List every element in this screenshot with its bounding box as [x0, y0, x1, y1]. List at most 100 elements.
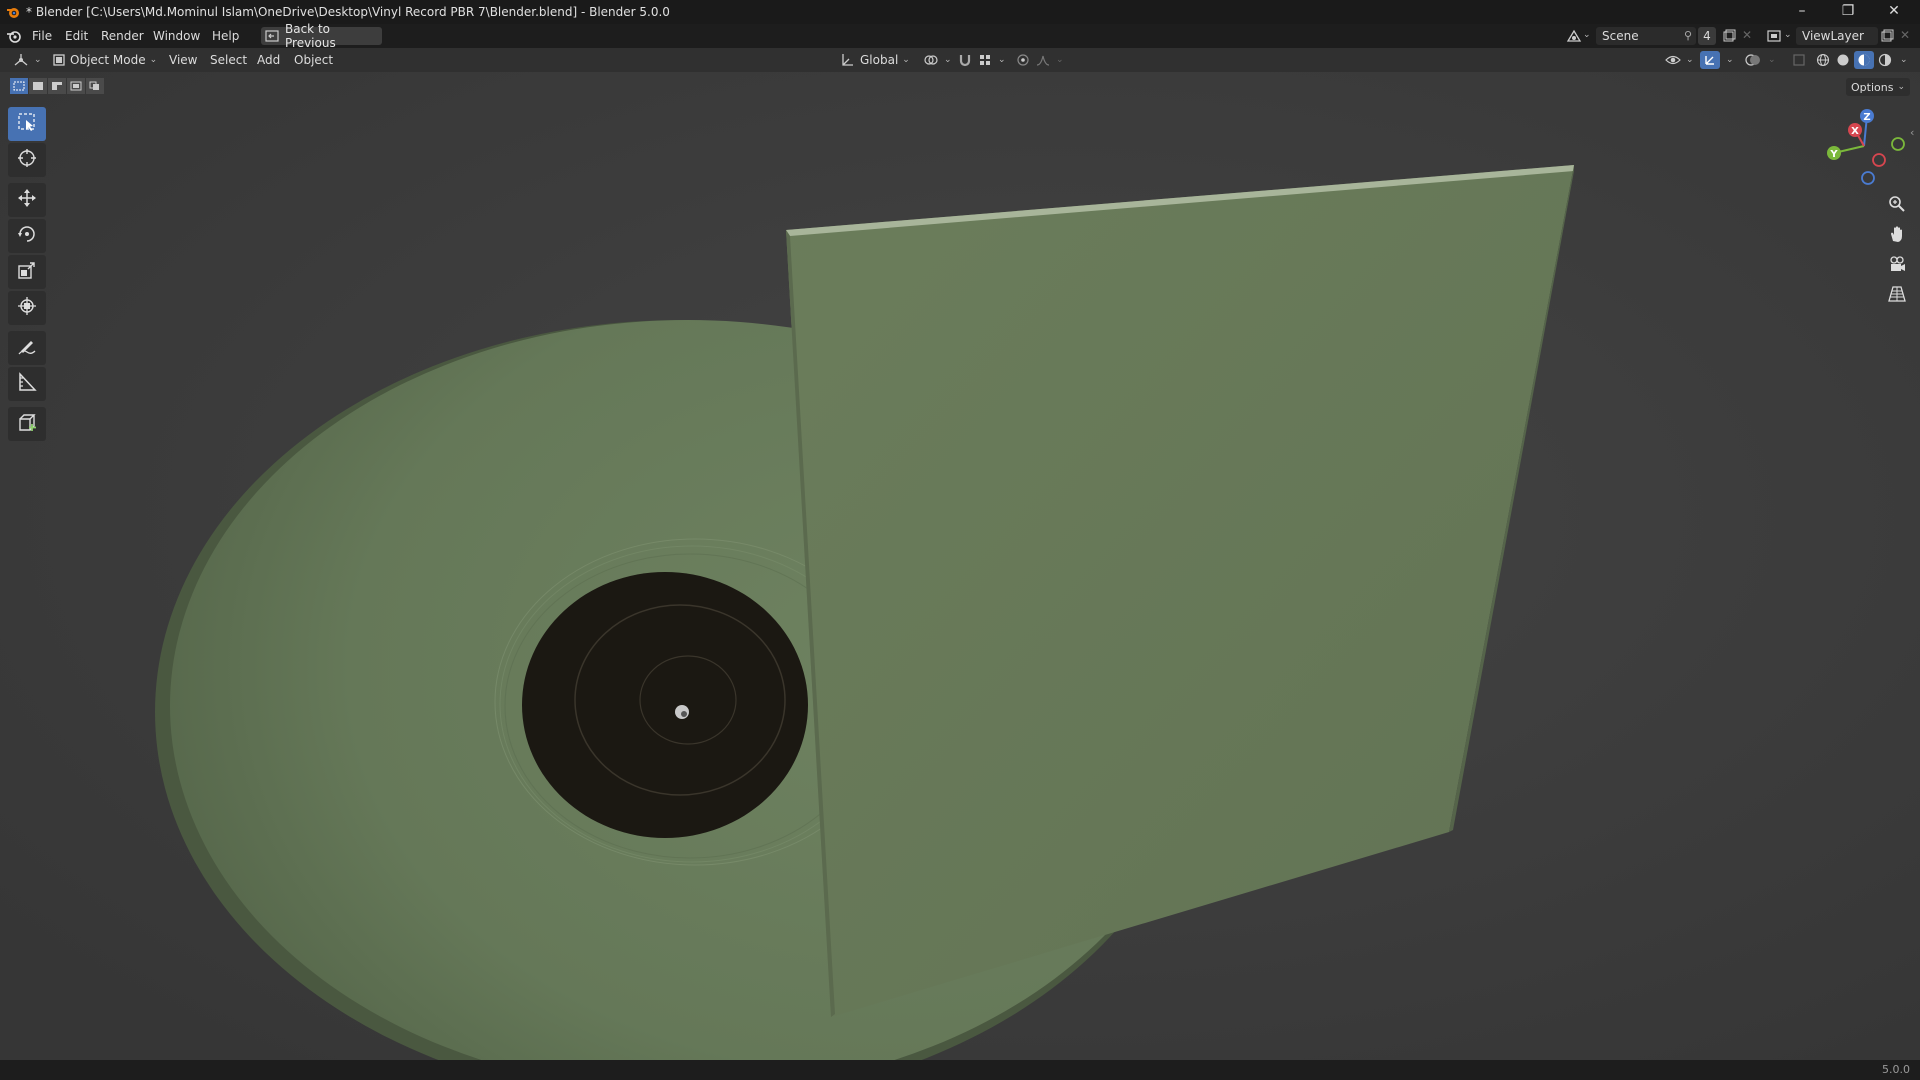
snap-toggle[interactable]	[956, 51, 974, 69]
view-layer-icon[interactable]	[1766, 27, 1784, 45]
scene-selector-icon[interactable]	[1565, 27, 1583, 45]
back-to-previous-label: Back to Previous	[285, 22, 336, 50]
snap-target-dropdown[interactable]: ⌄	[976, 51, 1006, 69]
scene-users-count[interactable]: 4	[1698, 27, 1716, 45]
navigation-gizmo[interactable]: Z Y X	[1822, 108, 1906, 188]
options-arrow-icon: ⌄	[1897, 82, 1905, 92]
select-invert-icon[interactable]	[67, 78, 85, 94]
rotate-icon	[17, 224, 37, 248]
scene-name-field[interactable]: Scene ⚲	[1596, 27, 1696, 45]
proportional-falloff-dropdown[interactable]: ⌄	[1034, 51, 1064, 69]
editor-type-button[interactable]: ⌄	[12, 51, 42, 69]
menu-file[interactable]: File	[30, 28, 54, 44]
solid-sphere-icon	[1834, 51, 1852, 69]
pivot-point-dropdown[interactable]: ⌄	[922, 51, 952, 69]
proportional-editing-icon	[1014, 51, 1032, 69]
snap-arrow-icon: ⌄	[998, 55, 1006, 65]
menu-view[interactable]: View	[169, 51, 197, 69]
shading-dropdown[interactable]: ⌄	[1896, 51, 1908, 69]
pan-hand-icon	[1888, 225, 1906, 247]
object-mode-label: Object Mode	[70, 53, 146, 67]
object-mode-dropdown[interactable]: Object Mode ⌄	[50, 51, 157, 69]
menu-select[interactable]: Select	[210, 51, 247, 69]
scale-icon	[17, 260, 37, 284]
transform-icon	[17, 296, 37, 320]
select-subtract-icon[interactable]	[48, 78, 66, 94]
menu-edit[interactable]: Edit	[63, 28, 90, 44]
gizmo-neg-y[interactable]	[1891, 137, 1905, 151]
shading-wireframe-button[interactable]	[1814, 51, 1832, 69]
menu-add[interactable]: Add	[257, 51, 280, 69]
tool-transform[interactable]	[8, 291, 46, 325]
delete-view-layer-icon[interactable]: ✕	[1900, 28, 1910, 42]
options-label: Options	[1851, 80, 1894, 94]
shading-material-preview-button[interactable]	[1854, 51, 1874, 69]
view-layer-field[interactable]: ViewLayer	[1796, 27, 1878, 45]
tool-measure[interactable]	[8, 367, 46, 401]
camera-view-button[interactable]	[1883, 252, 1911, 280]
pivot-point-icon	[922, 51, 940, 69]
maximize-button[interactable]: ❐	[1826, 0, 1870, 22]
move-icon	[17, 188, 37, 212]
tool-rotate[interactable]	[8, 219, 46, 253]
menu-help[interactable]: Help	[210, 28, 241, 44]
view-layer-name: ViewLayer	[1802, 29, 1864, 43]
transform-orientation-dropdown[interactable]: Global ⌄	[838, 51, 910, 69]
options-dropdown[interactable]: Options ⌄	[1846, 78, 1910, 96]
back-to-previous-button[interactable]: Back to Previous	[261, 22, 382, 50]
3d-viewport[interactable]: Options ⌄ Z Y X ‹	[0, 72, 1920, 1060]
tool-scale[interactable]	[8, 255, 46, 289]
proportional-editing-toggle[interactable]	[1014, 51, 1032, 69]
tool-select-box[interactable]	[8, 107, 46, 141]
gizmo-neg-x[interactable]	[1872, 153, 1886, 167]
tool-cursor[interactable]	[8, 143, 46, 177]
view-layer-dropdown-arrow-icon[interactable]: ⌄	[1784, 30, 1792, 40]
minimize-button[interactable]: –	[1780, 0, 1824, 22]
overlays-arrow-icon: ⌄	[1768, 55, 1776, 65]
gizmo-dropdown[interactable]: ⌄	[1722, 51, 1734, 69]
xray-toggle[interactable]	[1790, 51, 1808, 69]
perspective-toggle-button[interactable]	[1883, 282, 1911, 310]
shading-solid-button[interactable]	[1834, 51, 1852, 69]
select-intersect-icon[interactable]	[86, 78, 104, 94]
cursor-icon	[17, 148, 37, 172]
snap-increment-icon	[976, 51, 994, 69]
viewport-header: ⌄ Object Mode ⌄ View Select Add Object G…	[0, 48, 1920, 72]
overlays-dropdown[interactable]: ⌄	[1764, 51, 1776, 69]
gizmo-z-label: Z	[1863, 112, 1870, 123]
select-new-icon[interactable]	[10, 78, 28, 94]
pivot-arrow-icon: ⌄	[944, 55, 952, 65]
perspective-grid-icon	[1888, 285, 1906, 307]
object-mode-arrow-icon: ⌄	[149, 55, 158, 65]
zoom-button[interactable]	[1883, 192, 1911, 220]
menu-render[interactable]: Render	[99, 28, 146, 44]
scene-dropdown-arrow-icon[interactable]: ⌄	[1583, 30, 1591, 40]
object-visibility-dropdown[interactable]: ⌄	[1664, 51, 1694, 69]
sidebar-toggle-icon[interactable]: ‹	[1910, 126, 1914, 139]
tool-add-cube[interactable]	[8, 407, 46, 441]
overlays-icon	[1744, 51, 1762, 69]
orientation-arrow-icon: ⌄	[902, 55, 910, 65]
new-scene-icon[interactable]	[1720, 27, 1738, 45]
vinyl-center-label	[522, 572, 808, 838]
version-label: 5.0.0	[1882, 1063, 1910, 1076]
falloff-curve-icon	[1034, 51, 1052, 69]
select-extend-icon[interactable]	[29, 78, 47, 94]
add-cube-icon	[17, 412, 37, 436]
show-overlays-toggle[interactable]	[1744, 51, 1762, 69]
orientation-label: Global	[860, 53, 899, 67]
tool-annotate[interactable]	[8, 331, 46, 365]
blender-menu-icon[interactable]	[5, 27, 23, 45]
delete-scene-icon[interactable]: ✕	[1742, 28, 1752, 42]
new-view-layer-icon[interactable]	[1878, 27, 1896, 45]
menu-object[interactable]: Object	[294, 51, 333, 69]
window-title: * Blender [C:\Users\Md.Mominul Islam\One…	[26, 5, 670, 19]
pin-icon[interactable]: ⚲	[1684, 27, 1692, 45]
gizmo-neg-z[interactable]	[1861, 171, 1875, 185]
close-button[interactable]: ✕	[1872, 0, 1916, 22]
show-gizmo-toggle[interactable]	[1700, 51, 1720, 69]
tool-move[interactable]	[8, 183, 46, 217]
shading-rendered-button[interactable]	[1876, 51, 1894, 69]
menu-window[interactable]: Window	[151, 28, 202, 44]
pan-button[interactable]	[1883, 222, 1911, 250]
